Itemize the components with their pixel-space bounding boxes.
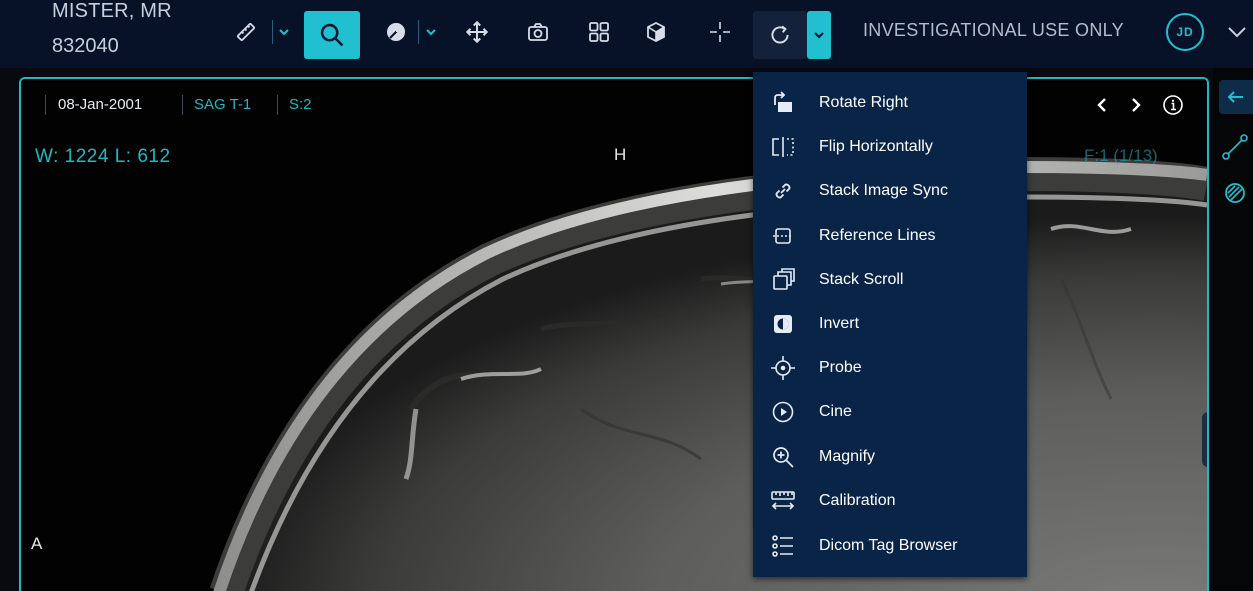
contrast-icon [387,23,405,41]
slice-indicator: S:2 [289,96,312,113]
orientation-marker-top: H [614,145,627,164]
ruler-icon [237,23,255,41]
menu-item-label: Rotate Right [819,94,908,111]
image-info-button[interactable] [1161,93,1185,117]
transform-tools-menu: Rotate Right Flip Horizontally Stack Ima… [753,72,1027,577]
crosshairs-button[interactable] [702,14,738,50]
invert-icon [774,315,792,333]
top-toolbar: MISTER, MR 832040 INVESTIGATIONAL USE ON… [0,0,1253,68]
menu-item-label: Reference Lines [819,227,936,244]
transform-tool-button[interactable] [753,11,807,59]
menu-item-rotate-right[interactable]: Rotate Right [753,83,1027,123]
menu-item-label: Stack Image Sync [819,182,948,199]
window-level-readout: W: 1224 L: 612 [35,146,171,167]
stack-scroll-icon [773,268,795,290]
user-menu-toggle[interactable] [1222,14,1252,50]
menu-item-dicom-tag-browser[interactable]: Dicom Tag Browser [753,526,1027,566]
investigational-use-label: INVESTIGATIONAL USE ONLY [863,20,1124,40]
window-level-button[interactable] [378,14,414,50]
menu-item-label: Magnify [819,448,876,465]
menu-item-label: Stack Scroll [819,271,904,288]
toolbar-separator [418,20,419,44]
menu-item-flip-horizontally[interactable]: Flip Horizontally [753,127,1027,167]
window-level-dropdown-toggle[interactable] [424,20,438,44]
viewer-app: MISTER, MR 832040 INVESTIGATIONAL USE ON… [0,0,1253,591]
line-segment-icon [1222,134,1248,160]
hatch-tool-button[interactable] [1220,178,1250,208]
frame-indicator: F:1 (1/13) [1084,146,1158,165]
menu-item-invert[interactable]: Invert [753,304,1027,344]
camera-icon [528,23,548,41]
menu-item-magnify[interactable]: Magnify [753,437,1027,477]
transform-dropdown-toggle[interactable] [807,11,831,59]
cine-play-icon [772,401,794,423]
capture-button[interactable] [520,14,556,50]
menu-item-probe[interactable]: Probe [753,348,1027,388]
image-viewport[interactable]: 08-Jan-2001 SAG T-1 S:2 W: 1224 L: 612 H… [19,77,1209,591]
menu-item-label: Flip Horizontally [819,138,933,155]
chevron-left-icon [1097,98,1106,112]
link-icon [775,183,791,199]
side-panel-toggle[interactable] [1219,80,1253,114]
magnify-icon [773,447,794,468]
rotate-icon [771,25,789,44]
patient-id: 832040 [52,35,119,57]
overlay-divider [277,95,278,115]
layout-grid-icon [589,22,609,42]
cube-3d-icon [647,21,665,43]
overlay-divider [45,95,46,115]
next-image-button[interactable] [1125,93,1147,117]
previous-image-button[interactable] [1091,93,1113,117]
rotate-right-icon [774,91,792,112]
menu-item-label: Dicom Tag Browser [819,537,958,554]
menu-item-label: Calibration [819,492,896,509]
3d-view-button[interactable] [638,14,674,50]
menu-item-reference-lines[interactable]: Reference Lines [753,216,1027,256]
stack-scrollbar-thumb[interactable] [1202,412,1207,467]
search-zoom-icon [320,23,344,47]
measure-tool-button[interactable] [228,14,264,50]
overlay-divider [182,95,183,115]
menu-item-label: Invert [819,315,860,332]
menu-item-label: Probe [819,359,862,376]
menu-item-calibration[interactable]: Calibration [753,481,1027,521]
calibration-icon [771,491,795,510]
chevron-right-icon [1132,98,1141,112]
chevron-down-icon [1228,27,1246,38]
segment-tool-button[interactable] [1220,132,1250,162]
menu-item-stack-scroll[interactable]: Stack Scroll [753,260,1027,300]
series-description: SAG T-1 [194,96,252,113]
menu-item-cine[interactable]: Cine [753,392,1027,432]
zoom-tool-button[interactable] [304,11,360,59]
crosshair-icon [710,22,730,42]
menu-item-label: Cine [819,403,852,420]
chevron-down-icon [426,29,436,36]
patient-name: MISTER, MR [52,0,172,22]
hatched-circle-icon [1225,183,1245,203]
pan-tool-button[interactable] [459,14,495,50]
layout-button[interactable] [581,14,617,50]
chevron-down-icon [279,29,289,36]
info-icon [1163,95,1183,115]
probe-icon [771,356,795,380]
move-arrows-icon [465,20,489,44]
study-date: 08-Jan-2001 [58,96,143,113]
measure-dropdown-toggle[interactable] [277,20,291,44]
tag-list-icon [772,535,793,557]
reference-lines-icon [773,228,793,244]
menu-item-stack-image-sync[interactable]: Stack Image Sync [753,171,1027,211]
toolbar-separator [272,20,273,44]
chevron-down-icon [814,32,824,39]
arrow-left-icon [1227,91,1243,103]
orientation-marker-left: A [31,534,43,553]
flip-horizontal-icon [772,137,794,157]
user-avatar[interactable]: JD [1166,13,1204,51]
